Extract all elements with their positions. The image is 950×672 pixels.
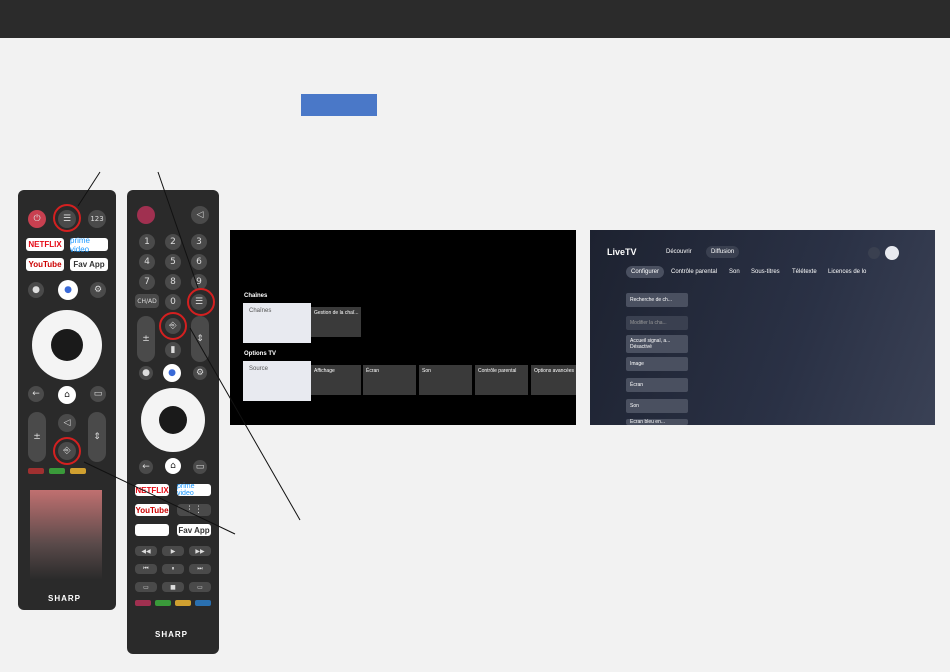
pointer-line [83,461,236,535]
pointer-line [157,171,199,289]
connector-lines [77,171,301,535]
pointer-line [77,171,101,207]
pointer-line [189,327,301,521]
